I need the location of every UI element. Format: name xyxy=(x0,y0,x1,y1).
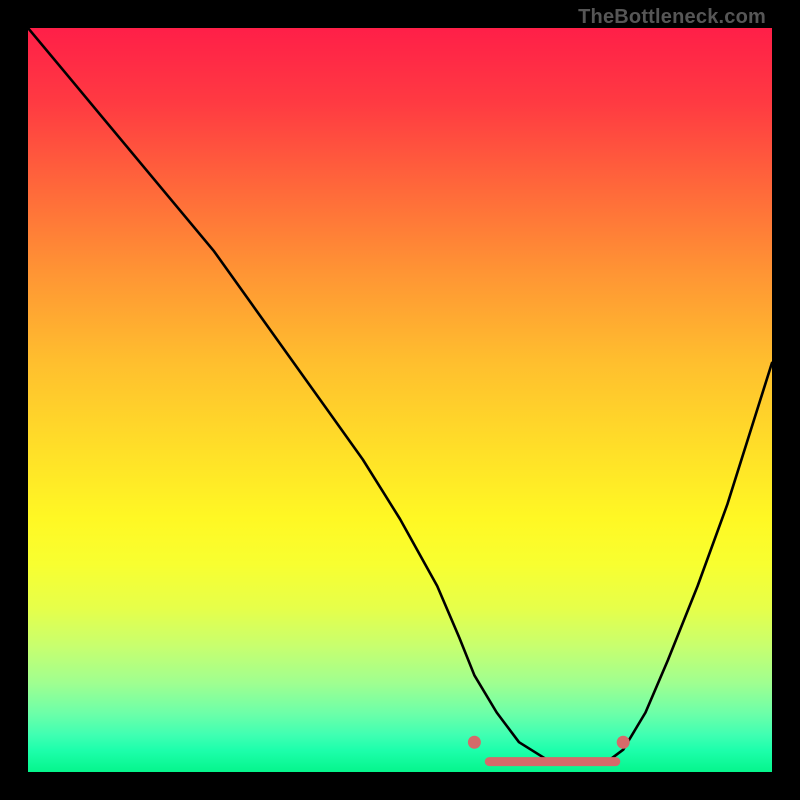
flat-marker-right xyxy=(617,736,630,749)
chart-plot-area xyxy=(28,28,772,772)
watermark-text: TheBottleneck.com xyxy=(578,6,766,29)
chart-svg xyxy=(28,28,772,772)
chart-frame: TheBottleneck.com xyxy=(0,0,800,800)
flat-marker-left xyxy=(468,736,481,749)
bottleneck-curve xyxy=(28,28,772,763)
